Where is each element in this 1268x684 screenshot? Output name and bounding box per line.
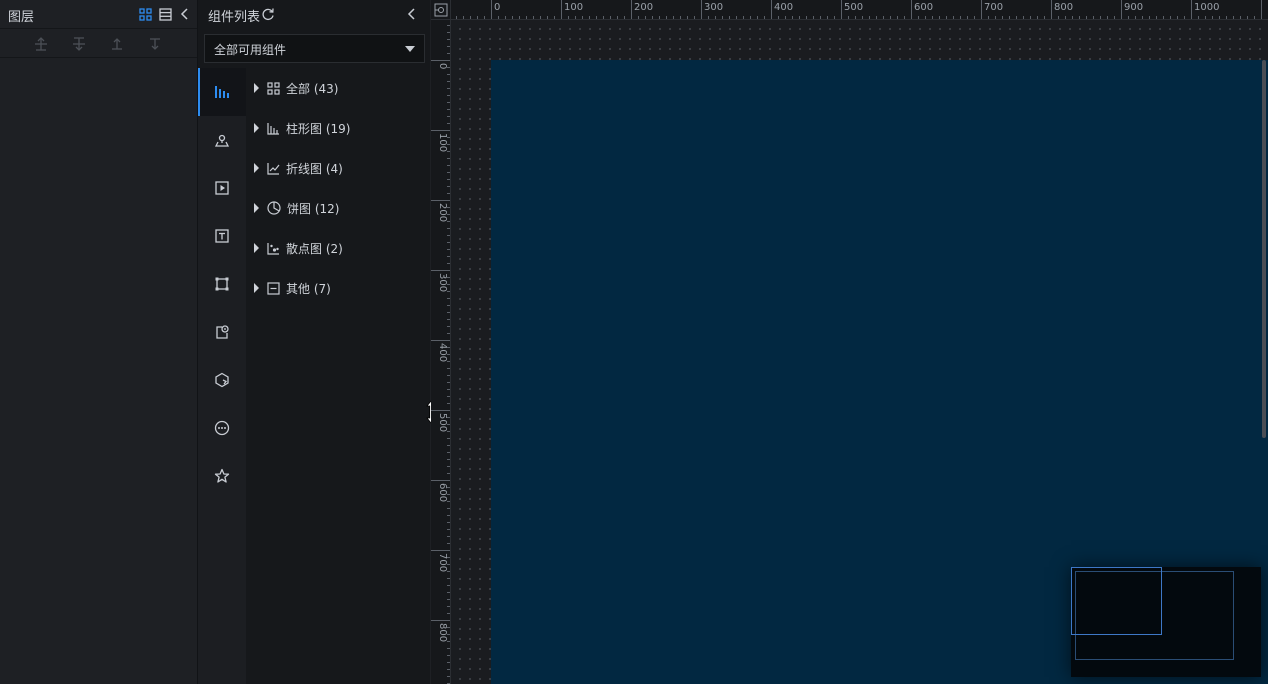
ruler-label: 600 bbox=[437, 483, 448, 503]
ruler-label: 100 bbox=[437, 133, 448, 153]
tree-item-pie[interactable]: 饼图 (12) bbox=[246, 188, 430, 228]
tree-item-label: 全部 (43) bbox=[286, 81, 339, 96]
tree-item-label: 折线图 (4) bbox=[286, 161, 343, 176]
ruler-label: 400 bbox=[774, 2, 794, 13]
category-bar-chart[interactable] bbox=[198, 68, 246, 116]
tree-item-line[interactable]: 折线图 (4) bbox=[246, 148, 430, 188]
expand-caret-icon[interactable] bbox=[254, 203, 259, 213]
active-indicator bbox=[198, 68, 200, 116]
components-header: 组件列表 bbox=[198, 0, 430, 30]
category-media[interactable] bbox=[198, 164, 246, 212]
tree-item-other[interactable]: 其他 (7) bbox=[246, 268, 430, 308]
grid-view-icon[interactable] bbox=[137, 6, 153, 22]
expand-caret-icon[interactable] bbox=[254, 83, 259, 93]
other-icon bbox=[267, 281, 280, 295]
layers-header: 图层 bbox=[0, 0, 197, 29]
grid-icon bbox=[267, 81, 280, 95]
bar-icon bbox=[267, 122, 280, 135]
chevron-down-icon bbox=[405, 46, 415, 52]
component-tree: 全部 (43) 柱形图 (19) 折线图 (4) 饼图 (12) 散点图 (2)… bbox=[246, 68, 430, 684]
tree-item-label: 柱形图 (19) bbox=[286, 121, 351, 136]
bar-chart-icon bbox=[214, 85, 230, 99]
expand-caret-icon[interactable] bbox=[254, 123, 259, 133]
ruler-label: 300 bbox=[437, 273, 448, 293]
line-icon bbox=[267, 162, 280, 175]
category-material[interactable] bbox=[198, 356, 246, 404]
category-rail bbox=[198, 68, 246, 684]
ruler-label: 200 bbox=[634, 2, 654, 13]
scatter-icon bbox=[267, 242, 280, 255]
vertical-scrollbar[interactable] bbox=[1262, 60, 1266, 438]
canvas-minimap[interactable] bbox=[1071, 567, 1261, 677]
map-icon bbox=[214, 132, 230, 148]
minimap-viewport[interactable] bbox=[1071, 567, 1162, 635]
favorite-star-icon bbox=[214, 468, 230, 484]
collapse-panel-icon[interactable] bbox=[407, 8, 417, 20]
ruler-label: 0 bbox=[494, 2, 501, 13]
tree-item-label: 饼图 (12) bbox=[287, 201, 340, 216]
ruler-label: 800 bbox=[1054, 2, 1074, 13]
ruler-label: 900 bbox=[1124, 2, 1144, 13]
ruler-label: 500 bbox=[844, 2, 864, 13]
ruler-label: 100 bbox=[564, 2, 584, 13]
category-other[interactable] bbox=[198, 404, 246, 452]
expand-caret-icon[interactable] bbox=[254, 243, 259, 253]
collapse-left-icon[interactable] bbox=[177, 6, 193, 22]
category-text[interactable] bbox=[198, 212, 246, 260]
move-bottom-icon[interactable] bbox=[71, 36, 87, 52]
ruler-label: 400 bbox=[437, 343, 448, 363]
expand-caret-icon[interactable] bbox=[254, 163, 259, 173]
other-circle-icon bbox=[214, 420, 230, 436]
component-filter-value: 全部可用组件 bbox=[214, 43, 287, 57]
category-map[interactable] bbox=[198, 116, 246, 164]
material-icon bbox=[214, 372, 230, 388]
ruler-label: 600 bbox=[914, 2, 934, 13]
category-shape[interactable] bbox=[198, 260, 246, 308]
layers-panel: 图层 bbox=[0, 0, 198, 684]
vertical-ruler[interactable]: 0 100 200 300 400 500 600 700 800 bbox=[431, 20, 451, 684]
ruler-label: 200 bbox=[437, 203, 448, 223]
media-play-icon bbox=[214, 180, 230, 196]
move-down-icon[interactable] bbox=[147, 36, 163, 52]
pie-icon bbox=[267, 201, 281, 215]
horizontal-ruler[interactable]: 0 100 200 300 400 500 600 700 800 900 1000 bbox=[451, 0, 1268, 20]
ruler-label: 500 bbox=[437, 413, 448, 433]
tree-item-scatter[interactable]: 散点图 (2) bbox=[246, 228, 430, 268]
tree-item-all[interactable]: 全部 (43) bbox=[246, 68, 430, 108]
ruler-corner[interactable] bbox=[431, 0, 451, 20]
ruler-label: 700 bbox=[984, 2, 1004, 13]
layers-toolbar bbox=[0, 30, 197, 58]
ruler-label: 300 bbox=[704, 2, 724, 13]
list-view-icon[interactable] bbox=[157, 6, 173, 22]
category-interaction[interactable] bbox=[198, 308, 246, 356]
ruler-label: 1000 bbox=[1194, 2, 1220, 13]
ruler-label: 800 bbox=[437, 623, 448, 643]
components-title: 组件列表 bbox=[208, 10, 261, 25]
ruler-label: 0 bbox=[437, 63, 448, 70]
shape-frame-icon bbox=[214, 276, 230, 292]
component-filter-select[interactable]: 全部可用组件 bbox=[204, 34, 425, 63]
components-panel: 组件列表 全部可用组件 全部 (43) 柱形图 (19) 折线图 (4) 饼图 … bbox=[198, 0, 430, 684]
tree-item-label: 散点图 (2) bbox=[286, 241, 343, 256]
category-favorite[interactable] bbox=[198, 452, 246, 500]
tree-item-bar[interactable]: 柱形图 (19) bbox=[246, 108, 430, 148]
layers-title: 图层 bbox=[8, 10, 35, 25]
tree-item-label: 其他 (7) bbox=[286, 281, 331, 296]
expand-caret-icon[interactable] bbox=[254, 283, 259, 293]
text-icon bbox=[214, 228, 230, 244]
refresh-icon[interactable] bbox=[261, 7, 275, 21]
interaction-icon bbox=[214, 324, 230, 340]
move-up-icon[interactable] bbox=[109, 36, 125, 52]
ruler-label: 700 bbox=[437, 553, 448, 573]
move-top-icon[interactable] bbox=[33, 36, 49, 52]
